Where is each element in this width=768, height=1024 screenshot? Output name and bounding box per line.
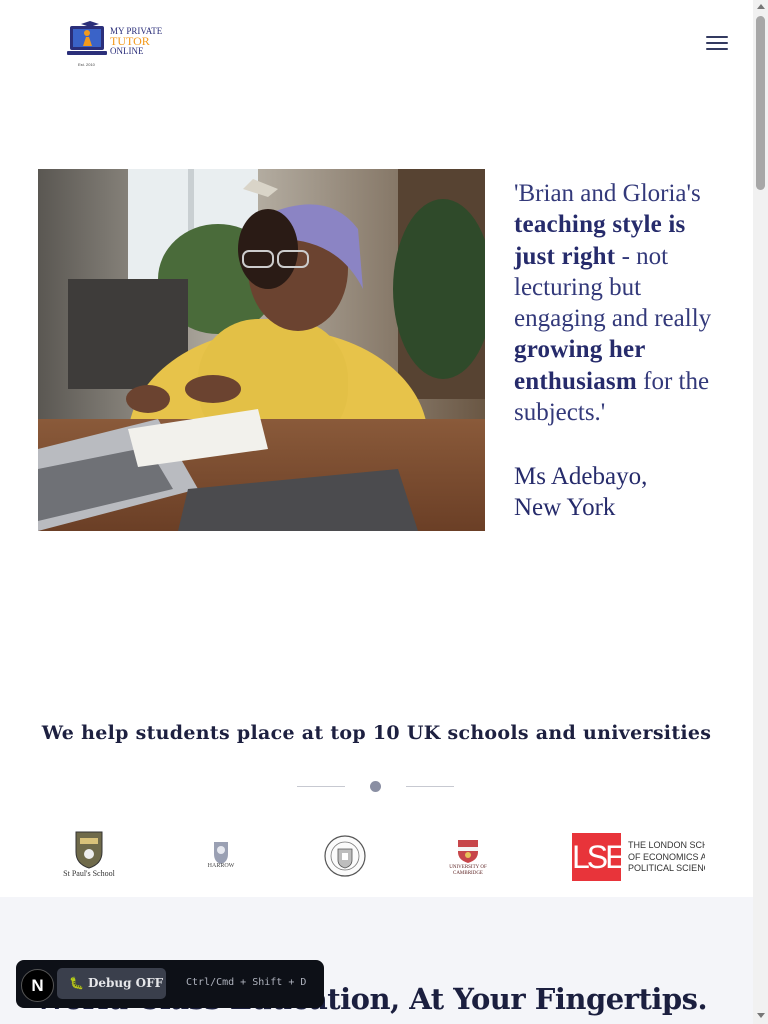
- girl-at-desk-photo: [38, 169, 485, 531]
- author-name: Ms Adebayo,: [514, 463, 648, 490]
- lse-line-2: OF ECONOMICS AND: [628, 851, 705, 862]
- oxford-seal-icon: [324, 835, 366, 877]
- logo-est: Est. 2010: [78, 62, 95, 67]
- nextjs-badge[interactable]: N: [21, 969, 54, 1002]
- debug-toggle-button[interactable]: 🐛 Debug OFF: [57, 968, 166, 999]
- scroll-up-arrow-icon[interactable]: [757, 4, 765, 9]
- logo-oxford: [324, 832, 366, 880]
- debug-shortcut: Ctrl/Cmd + Shift + D: [186, 977, 307, 988]
- section-divider: [297, 780, 455, 794]
- cambridge-crest-icon: [458, 840, 478, 863]
- cambridge-label: UNIVERSITY OF CAMBRIDGE: [449, 865, 487, 876]
- logo-harrow: HARROW: [200, 838, 242, 878]
- vertical-scrollbar[interactable]: [753, 0, 768, 1024]
- testimonial-quote: 'Brian and Gloria's teaching style is ju…: [514, 178, 714, 428]
- lse-line-1: THE LONDON SCHOOL: [628, 840, 705, 850]
- lse-wordmark: THE LONDON SCHOOL OF ECONOMICS AND POLIT…: [628, 840, 705, 875]
- site-logo[interactable]: MY PRIVATE TUTOR ONLINE Est. 2010: [66, 18, 166, 70]
- debug-toolbar: N 🐛 Debug OFF Ctrl/Cmd + Shift + D: [16, 960, 324, 1008]
- logo-line-2: TUTOR: [110, 34, 150, 48]
- hamburger-menu-icon[interactable]: [706, 36, 728, 54]
- testimonial-author: Ms Adebayo, New York: [514, 461, 714, 523]
- scroll-down-arrow-icon[interactable]: [757, 1013, 765, 1018]
- author-location: New York: [514, 494, 616, 521]
- schools-heading: We help students place at top 10 UK scho…: [41, 722, 712, 744]
- hero-image: [38, 169, 485, 531]
- quote-highlight-2: growing her enthusiasm: [514, 336, 646, 395]
- lse-line-3: POLITICAL SCIENCE: [628, 863, 705, 873]
- bug-icon: 🐛: [69, 976, 84, 990]
- logo-line-3: ONLINE: [110, 46, 144, 56]
- logo-wordmark: MY PRIVATE TUTOR ONLINE: [110, 26, 162, 56]
- debug-toggle-label: Debug OFF: [87, 976, 164, 990]
- lse-logo-box: LSE: [572, 833, 626, 881]
- logo-laptop-icon: [67, 21, 107, 55]
- page: MY PRIVATE TUTOR ONLINE Est. 2010 'Brian…: [0, 0, 753, 1024]
- logo-cambridge: UNIVERSITY OF CAMBRIDGE: [446, 838, 490, 880]
- divider-dot: [370, 781, 381, 792]
- logo-st-pauls: St Paul's School: [58, 830, 120, 882]
- scroll-thumb[interactable]: [756, 16, 765, 190]
- harrow-label: HARROW: [207, 863, 235, 869]
- st-pauls-label: St Paul's School: [63, 869, 115, 878]
- quote-part-1: 'Brian and Gloria's: [514, 180, 701, 207]
